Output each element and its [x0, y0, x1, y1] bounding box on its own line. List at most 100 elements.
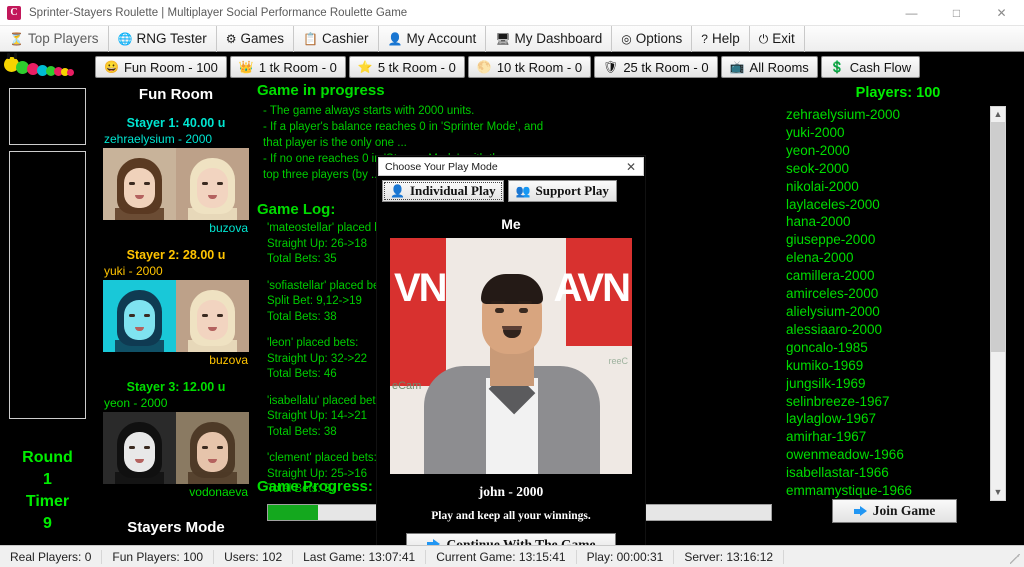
player-list-item[interactable]: laylaceles-2000	[786, 196, 982, 214]
player-list-item[interactable]: goncalo-1985	[786, 339, 982, 357]
cashier-icon: 📋	[303, 31, 318, 46]
play-mode-button-individual-play[interactable]: 👤 Individual Play	[382, 180, 504, 202]
stayer-bottom-name: buzova	[209, 353, 248, 367]
players-header: Players: 100	[855, 85, 941, 101]
stayer-photos	[103, 280, 249, 352]
menu-item-label: RNG Tester	[136, 31, 207, 46]
room-tab-all-rooms[interactable]: 📺 All Rooms	[720, 56, 818, 78]
player-list-item[interactable]: alielysium-2000	[786, 303, 982, 321]
menu-item-options[interactable]: ◎ Options	[612, 25, 693, 52]
left-panel: Round 1 Timer 9	[0, 82, 95, 545]
player-list-item[interactable]: camillera-2000	[786, 267, 982, 285]
me-label: Me	[501, 216, 521, 232]
stayer-photos	[103, 148, 249, 220]
close-icon[interactable]: ✕	[621, 160, 641, 174]
chevron-up-icon[interactable]: ▲	[991, 107, 1005, 122]
gear-icon: ⚙	[225, 31, 237, 46]
game-rule-line: - If a player's balance reaches 0 in 'Sp…	[263, 121, 544, 133]
player-list-item[interactable]: emmamystique-1966	[786, 482, 982, 500]
status-cell: Current Game: 13:15:41	[426, 549, 577, 564]
play-mode-dialog: Choose Your Play Mode ✕ 👤 Individual Play…	[377, 156, 645, 567]
player-list-item[interactable]: nikolai-2000	[786, 178, 982, 196]
monitor-icon: 🖥	[495, 31, 511, 46]
dialog-description: Play and keep all your winnings.	[431, 510, 591, 522]
room-tabs: 😀 Fun Room - 100 👑 1 tk Room - 0 ⭐ 5 tk Room …	[95, 56, 921, 78]
stayer-top-name: yeon - 2000	[104, 396, 168, 410]
room-tab-fun-room-100[interactable]: 😀 Fun Room - 100	[95, 56, 227, 78]
room-tab-label: All Rooms	[749, 59, 809, 75]
menu-item-label: Cashier	[321, 31, 369, 46]
menu-item-label: Top Players	[27, 31, 99, 46]
minimize-icon[interactable]: —	[889, 0, 934, 26]
game-progress-fill	[268, 505, 319, 520]
round-label: Round	[22, 449, 73, 466]
player-list-item[interactable]: amirhar-1967	[786, 428, 982, 446]
menu-item-my-dashboard[interactable]: 🖥 My Dashboard	[486, 25, 613, 52]
resize-grip-icon[interactable]	[1010, 554, 1020, 564]
player-list-item[interactable]: elena-2000	[786, 249, 982, 267]
join-game-label: Join Game	[872, 503, 936, 518]
room-tab-10-tk-room-0[interactable]: 🌕 10 tk Room - 0	[467, 56, 592, 78]
menu-item-games[interactable]: ⚙ Games	[217, 25, 295, 52]
player-list-item[interactable]: isabellastar-1966	[786, 464, 982, 482]
chevron-down-icon[interactable]: ▼	[991, 485, 1005, 500]
player-list-item[interactable]: yeon-2000	[786, 142, 982, 160]
single-user-icon: 👤	[390, 183, 405, 198]
player-list-item[interactable]: selinbreeze-1967	[786, 393, 982, 411]
play-mode-button-support-play[interactable]: 👥 Support Play	[507, 180, 617, 202]
dialog-player-name: john - 2000	[478, 484, 544, 499]
player-list-item[interactable]: laylaglow-1967	[786, 410, 982, 428]
room-tab-cash-flow[interactable]: 💲 Cash Flow	[820, 56, 921, 78]
menu-item-label: Games	[240, 31, 285, 46]
scrollbar-thumb[interactable]	[991, 122, 1005, 352]
wheel-display-box	[9, 88, 86, 145]
title-bar: C Sprinter-Stayers Roulette | Multiplaye…	[0, 0, 1024, 26]
players-list[interactable]: zehraelysium-2000 yuki-2000 yeon-2000 seok-…	[786, 106, 982, 501]
player-list-item[interactable]: giuseppe-2000	[786, 231, 982, 249]
caterpillar-logo-icon	[0, 52, 95, 82]
player-list-item[interactable]: zehraelysium-2000	[786, 106, 982, 124]
players-scrollbar[interactable]: ▲ ▼	[990, 106, 1006, 501]
room-tab-5-tk-room-0[interactable]: ⭐ 5 tk Room - 0	[348, 56, 465, 78]
crown-icon: 👑	[238, 60, 254, 74]
player-list-item[interactable]: owenmeadow-1966	[786, 446, 982, 464]
menu-item-cashier[interactable]: 📋 Cashier	[294, 25, 379, 52]
player-list-item[interactable]: jungsilk-1969	[786, 375, 982, 393]
player-list-item[interactable]: amirceles-2000	[786, 285, 982, 303]
menu-item-exit[interactable]: ⏻ Exit	[750, 25, 805, 52]
stayers-mode-label: Stayers Mode	[127, 519, 225, 536]
stayer-top-name: zehraelysium - 2000	[104, 132, 213, 146]
status-cell: Fun Players: 100	[102, 549, 215, 564]
maximize-icon[interactable]: □	[934, 0, 979, 26]
options-icon: ◎	[621, 31, 632, 46]
stayer-photo	[176, 280, 249, 352]
window-title: Sprinter-Stayers Roulette | Multiplayer …	[29, 6, 408, 19]
game-rule-line: - The game always starts with 2000 units…	[263, 105, 475, 117]
status-bar: Real Players: 0 Fun Players: 100 Users: 10…	[0, 545, 1024, 567]
menu-item-rng-tester[interactable]: 🌐 RNG Tester	[109, 25, 217, 52]
menu-item-help[interactable]: ? Help	[692, 25, 750, 52]
menu-item-label: Help	[711, 31, 740, 46]
room-tab-label: 1 tk Room - 0	[258, 59, 337, 75]
player-list-item[interactable]: kumiko-1969	[786, 357, 982, 375]
stayer-photos	[103, 412, 249, 484]
player-list-item[interactable]: yuki-2000	[786, 124, 982, 142]
window-controls: — □ ✕	[889, 0, 1024, 26]
menu-item-top-players[interactable]: ⏳ Top Players	[0, 25, 109, 52]
stayer-bottom-name: buzova	[209, 221, 248, 235]
player-list-item[interactable]: alessiaaro-2000	[786, 321, 982, 339]
stayer-header: Stayer 2: 28.00 u	[126, 248, 226, 262]
room-tab-1-tk-room-0[interactable]: 👑 1 tk Room - 0	[229, 56, 346, 78]
players-list-wrapper: zehraelysium-2000 yuki-2000 yeon-2000 seok-…	[772, 106, 1024, 501]
players-panel: Players: 100 zehraelysium-2000 yuki-2000 y…	[772, 82, 1024, 545]
close-icon[interactable]: ✕	[979, 0, 1024, 26]
menu-item-my-account[interactable]: 👤 My Account	[379, 25, 487, 52]
timer-label: Timer	[25, 493, 70, 510]
join-game-button[interactable]: Join Game	[832, 499, 957, 523]
player-list-item[interactable]: seok-2000	[786, 160, 982, 178]
stayer-photo	[103, 148, 176, 220]
status-cell: Real Players: 0	[0, 549, 103, 564]
room-tab-25-tk-room-0[interactable]: 🛡 25 tk Room - 0	[594, 56, 718, 78]
bets-display-box	[9, 151, 86, 419]
player-list-item[interactable]: hana-2000	[786, 213, 982, 231]
